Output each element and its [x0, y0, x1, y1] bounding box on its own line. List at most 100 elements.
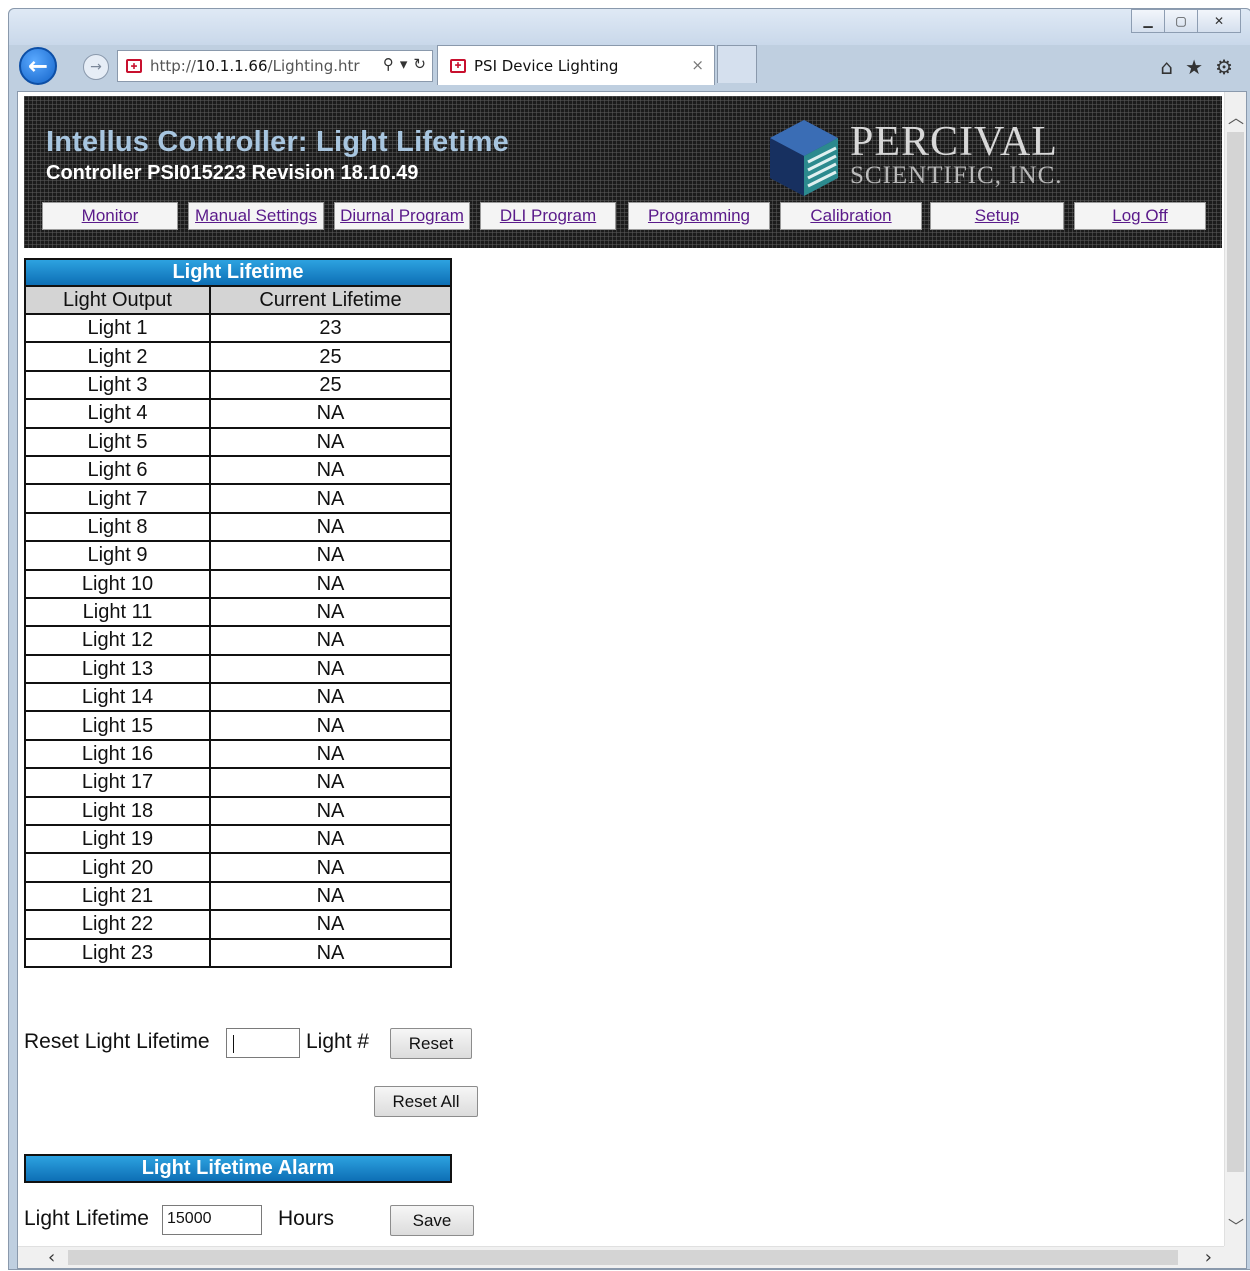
table-row: Light 9 NA [24, 540, 452, 571]
percival-logo: PERCIVAL SCIENTIFIC, INC. [764, 118, 1084, 198]
scroll-up-chevron-icon[interactable]: ︿ [1228, 104, 1244, 128]
horizontal-scroll-thumb[interactable] [68, 1250, 1178, 1265]
nav-monitor[interactable]: Monitor [42, 202, 178, 230]
save-button[interactable]: Save [390, 1205, 474, 1236]
light-number-label: Light # [306, 1030, 370, 1053]
light-output-cell: Light 17 [24, 767, 211, 798]
current-lifetime-cell: NA [209, 738, 452, 770]
light-output-cell: Light 20 [24, 852, 211, 883]
current-lifetime-cell: NA [209, 880, 452, 912]
minimize-button[interactable]: ▁ [1131, 9, 1165, 33]
page-header: Intellus Controller: Light Lifetime Cont… [24, 96, 1222, 248]
maximize-button[interactable]: ▢ [1164, 9, 1198, 33]
vertical-scroll-thumb[interactable] [1227, 132, 1244, 1172]
nav-setup[interactable]: Setup [930, 202, 1064, 230]
table-row: Light 21 NA [24, 880, 452, 912]
nav-dli-program[interactable]: DLI Program [480, 202, 616, 230]
light-output-cell: Light 15 [24, 710, 211, 741]
forward-arrow-icon[interactable]: → [83, 54, 109, 80]
tab-psi-device-lighting[interactable]: ✚ PSI Device Lighting × [437, 45, 715, 85]
table-row: Light 12 NA [24, 625, 452, 656]
logo-subtitle: SCIENTIFIC, INC. [850, 162, 1063, 189]
back-arrow-icon[interactable]: ← [19, 47, 57, 85]
table-body: Light 1 23 Light 2 25 Light 3 25 Light 4 NA Ligh… [24, 312, 452, 968]
nav-programming[interactable]: Programming [628, 202, 770, 230]
home-icon[interactable]: ⌂ [1160, 55, 1173, 79]
window-controls: ▁ ▢ ✕ [1131, 9, 1241, 33]
table-row: Light 8 NA [24, 511, 452, 543]
light-output-cell: Light 19 [24, 824, 211, 855]
reset-button[interactable]: Reset [390, 1028, 472, 1059]
light-output-cell: Light 4 [24, 398, 211, 429]
light-output-cell: Light 14 [24, 682, 211, 713]
scroll-left-chevron-icon[interactable]: ‹ [48, 1247, 55, 1268]
nav-diurnal-program[interactable]: Diurnal Program [334, 202, 470, 230]
scroll-down-chevron-icon[interactable]: ﹀ [1228, 1213, 1244, 1237]
lifetime-alarm-title: Light Lifetime Alarm [24, 1154, 452, 1183]
light-output-cell: Light 1 [24, 312, 211, 344]
table-row: Light 17 NA [24, 767, 452, 798]
table-row: Light 13 NA [24, 653, 452, 685]
url-host: 10.1.1.66 [195, 57, 268, 75]
scrollbar-corner [1224, 1246, 1246, 1268]
current-lifetime-cell: 25 [209, 369, 452, 401]
table-row: Light 16 NA [24, 738, 452, 770]
current-lifetime-cell: NA [209, 540, 452, 571]
light-output-cell: Light 18 [24, 795, 211, 827]
table-row: Light 19 NA [24, 824, 452, 855]
refresh-icon[interactable]: ↻ [413, 55, 426, 73]
title-bar: ▁ ▢ ✕ [9, 9, 1250, 45]
current-lifetime-cell: NA [209, 596, 452, 628]
light-output-cell: Light 2 [24, 341, 211, 372]
current-lifetime-cell: NA [209, 568, 452, 599]
light-output-cell: Light 5 [24, 426, 211, 457]
current-lifetime-cell: NA [209, 398, 452, 429]
favorites-star-icon[interactable]: ★ [1185, 55, 1203, 79]
page-viewport: Intellus Controller: Light Lifetime Cont… [17, 91, 1247, 1269]
alarm-lifetime-label: Light Lifetime [24, 1207, 149, 1230]
dropdown-chevron-icon[interactable]: ▾ [400, 55, 408, 73]
vertical-scrollbar[interactable]: ︿ ﹀ [1224, 92, 1246, 1247]
light-output-cell: Light 11 [24, 596, 211, 628]
table-row: Light 6 NA [24, 454, 452, 486]
tab-title: PSI Device Lighting [474, 56, 619, 75]
address-bar[interactable]: ✚ http://10.1.1.66/Lighting.htr ⚲ ▾ ↻ [117, 50, 433, 82]
column-header-current-lifetime: Current Lifetime [209, 285, 452, 315]
page-title: Intellus Controller: Light Lifetime [46, 126, 509, 158]
hours-unit-label: Hours [278, 1207, 335, 1230]
table-row: Light 18 NA [24, 795, 452, 827]
table-row: Light 11 NA [24, 596, 452, 628]
light-output-cell: Light 22 [24, 909, 211, 940]
current-lifetime-cell: 23 [209, 312, 452, 344]
light-output-cell: Light 23 [24, 937, 211, 968]
current-lifetime-cell: NA [209, 483, 452, 514]
table-row: Light 10 NA [24, 568, 452, 599]
alarm-hours-input[interactable]: 15000 [162, 1205, 262, 1235]
light-output-cell: Light 9 [24, 540, 211, 571]
table-row: Light 23 NA [24, 937, 452, 968]
nav-log-off[interactable]: Log Off [1074, 202, 1206, 230]
current-lifetime-cell: NA [209, 767, 452, 798]
nav-manual-settings[interactable]: Manual Settings [188, 202, 324, 230]
current-lifetime-cell: 25 [209, 341, 452, 372]
site-favicon-icon: ✚ [126, 59, 142, 73]
current-lifetime-cell: NA [209, 795, 452, 827]
table-row: Light 7 NA [24, 483, 452, 514]
nav-calibration[interactable]: Calibration [780, 202, 922, 230]
reset-lifetime-label: Reset Light Lifetime [24, 1030, 210, 1053]
reset-all-button[interactable]: Reset All [374, 1086, 478, 1117]
reset-light-number-input[interactable] [226, 1028, 300, 1058]
text-cursor [233, 1035, 234, 1053]
light-output-cell: Light 3 [24, 369, 211, 401]
close-window-button[interactable]: ✕ [1197, 9, 1241, 33]
new-tab-button[interactable] [717, 45, 757, 83]
current-lifetime-cell: NA [209, 852, 452, 883]
scroll-right-chevron-icon[interactable]: › [1205, 1247, 1212, 1268]
search-icon[interactable]: ⚲ [383, 55, 394, 73]
table-row: Light 5 NA [24, 426, 452, 457]
tab-close-icon[interactable]: × [691, 56, 704, 74]
current-lifetime-cell: NA [209, 710, 452, 741]
horizontal-scrollbar[interactable]: ‹ › [18, 1246, 1246, 1268]
browser-toolbar-icons: ⌂ ★ ⚙ [1160, 55, 1233, 79]
settings-gear-icon[interactable]: ⚙ [1215, 55, 1233, 79]
